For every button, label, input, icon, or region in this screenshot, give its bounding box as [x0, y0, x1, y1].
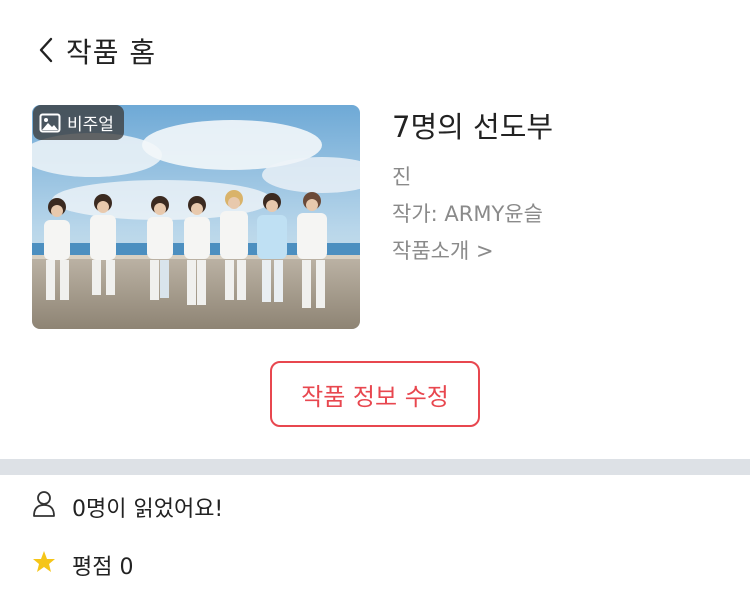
- work-author[interactable]: 작가: ARMY윤슬: [392, 198, 543, 228]
- rating-text: 평점 0: [72, 555, 134, 580]
- star-icon: [33, 551, 55, 572]
- visual-badge-label: 비주얼: [67, 115, 114, 135]
- edit-work-info-button[interactable]: 작품 정보 수정: [270, 361, 480, 427]
- page-title: 작품 홈: [66, 36, 157, 69]
- image-icon: [39, 113, 61, 132]
- visual-badge: 비주얼: [33, 105, 124, 140]
- work-genre: 진: [392, 165, 412, 189]
- section-divider: [0, 459, 750, 475]
- rating-row: 평점 0: [0, 540, 750, 590]
- back-button[interactable]: [34, 34, 60, 66]
- chevron-left-icon: [39, 37, 53, 63]
- app-header: 작품 홈: [0, 0, 750, 100]
- readers-row: 0명이 읽었어요!: [0, 482, 750, 532]
- work-title: 7명의 선도부: [392, 110, 554, 144]
- readers-count-text: 0명이 읽었어요!: [72, 497, 224, 522]
- work-intro-link[interactable]: 작품소개 >: [392, 235, 494, 265]
- person-icon: [33, 491, 55, 517]
